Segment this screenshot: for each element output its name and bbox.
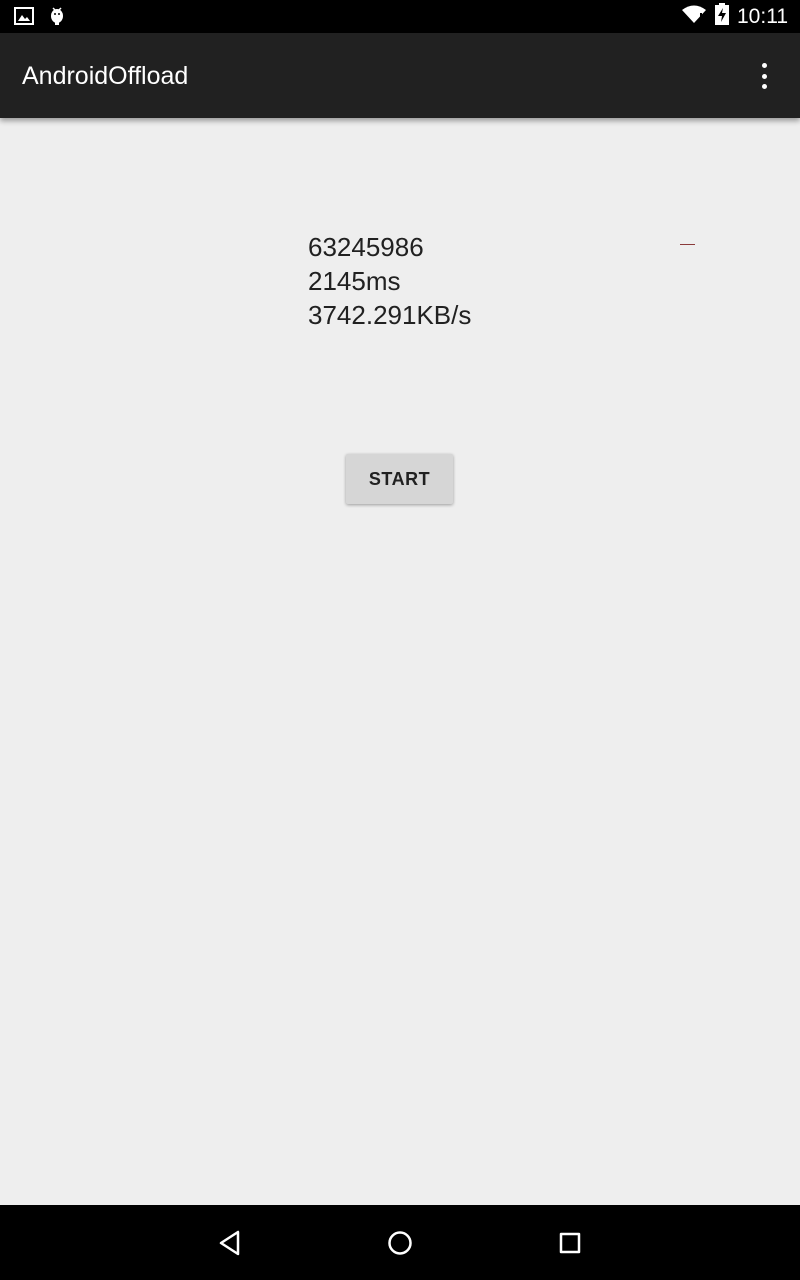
app-title: AndroidOffload [22,62,189,90]
home-icon[interactable] [384,1227,416,1259]
overflow-dot [761,84,767,89]
battery-charging-icon [715,3,729,30]
navigation-bar [0,1205,800,1280]
status-system: 10:11 [681,0,788,33]
throughput-value: 3742.291KB/s [308,300,472,330]
overflow-dot [761,63,767,68]
results-text: 63245986 2145ms 3742.291KB/s [308,230,471,332]
start-button[interactable]: START [346,454,453,504]
android-debug-icon [48,6,66,31]
status-bar: 10:11 [0,0,800,33]
status-time: 10:11 [737,4,788,28]
more-vert-icon[interactable] [754,63,774,89]
recents-icon[interactable] [554,1227,586,1259]
back-icon[interactable] [214,1227,246,1259]
duration-value: 2145ms [308,266,401,296]
wifi-icon [681,4,707,29]
rendering-artifact [680,244,695,245]
screen: 10:11 AndroidOffload 63245986 2145ms 374… [0,0,800,1280]
image-icon [14,7,34,30]
overflow-dot [761,73,767,79]
bytes-value: 63245986 [308,232,424,262]
status-notifications [14,6,66,31]
app-bar: AndroidOffload [0,33,800,118]
